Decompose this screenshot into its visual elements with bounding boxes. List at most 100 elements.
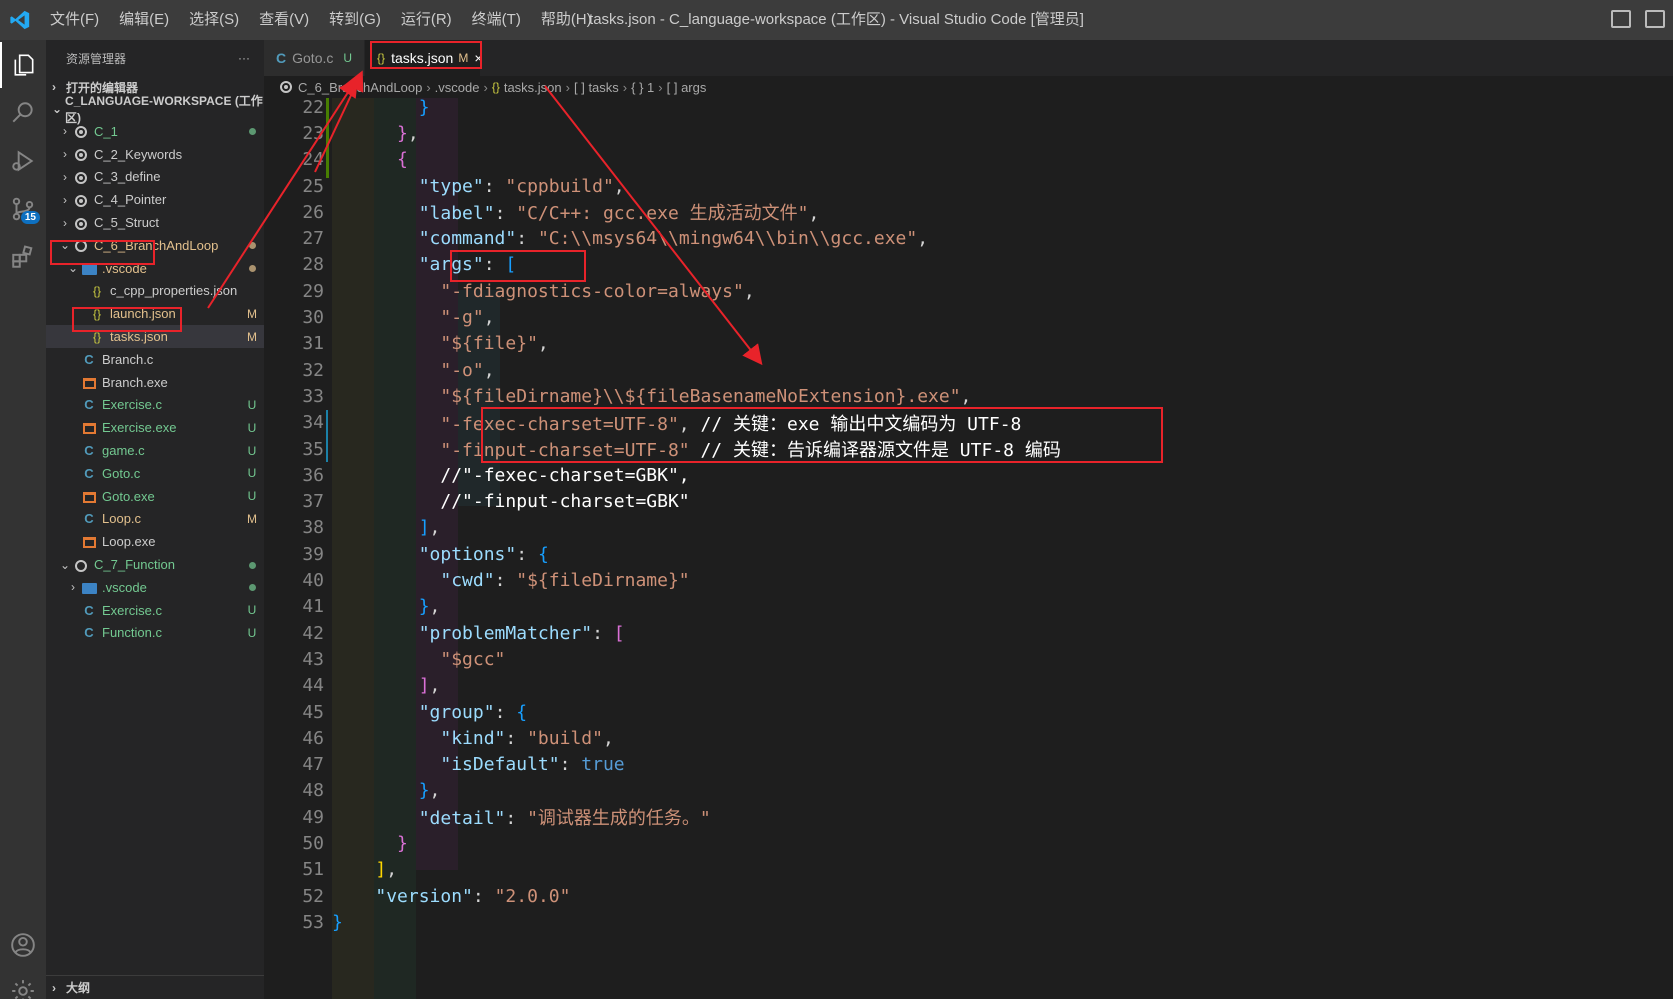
tree-item[interactable]: Branch.exe xyxy=(46,371,264,394)
code-line[interactable]: 50 } xyxy=(264,830,1673,856)
git-status-badge: U xyxy=(247,625,257,640)
tree-item[interactable]: C Loop.c M xyxy=(46,508,264,531)
tree-item-label: Exercise.c xyxy=(102,602,162,618)
code-line[interactable]: 40 "cwd": "${fileDirname}" xyxy=(264,567,1673,593)
breadcrumb-item[interactable]: .vscode xyxy=(435,80,480,95)
code-line[interactable]: 43 "$gcc" xyxy=(264,646,1673,672)
tree-item[interactable]: C Branch.c xyxy=(46,348,264,371)
code-line[interactable]: 23 }, xyxy=(264,120,1673,146)
code-line[interactable]: 36 //"-fexec-charset=GBK", xyxy=(264,462,1673,488)
settings-gear-icon[interactable] xyxy=(0,968,46,999)
chevron-icon[interactable]: › xyxy=(58,216,72,230)
chevron-icon[interactable]: › xyxy=(58,170,72,184)
line-number: 28 xyxy=(302,254,324,276)
toggle-sidebar-icon[interactable] xyxy=(1611,10,1631,28)
code-line[interactable]: 24 { xyxy=(264,147,1673,173)
menu-help[interactable]: 帮助(H) xyxy=(531,0,602,40)
tree-item[interactable]: {} c_cpp_properties.json xyxy=(46,280,264,303)
code-text: "label": "C/C++: gcc.exe 生成活动文件", xyxy=(418,203,820,225)
menu-file[interactable]: 文件(F) xyxy=(40,0,109,40)
breadcrumb-item[interactable]: { } 1 xyxy=(631,80,654,95)
code-line[interactable]: 42 "problemMatcher": [ xyxy=(264,620,1673,646)
code-line[interactable]: 31 "${file}", xyxy=(264,331,1673,357)
menu-run[interactable]: 运行(R) xyxy=(391,0,462,40)
chevron-icon[interactable]: › xyxy=(58,147,72,161)
more-actions-icon[interactable]: ··· xyxy=(238,51,250,65)
tree-item[interactable]: › C_5_Struct xyxy=(46,211,264,234)
tree-item[interactable]: C Goto.c U xyxy=(46,462,264,485)
chevron-icon[interactable]: › xyxy=(58,124,72,138)
git-status-dot xyxy=(240,580,264,594)
code-line[interactable]: 38 ], xyxy=(264,515,1673,541)
code-line[interactable]: 27 "command": "C:\\msys64\\mingw64\\bin\… xyxy=(264,226,1673,252)
code-line[interactable]: 44 ], xyxy=(264,673,1673,699)
code-line[interactable]: 30 "-g", xyxy=(264,304,1673,330)
tree-item[interactable]: Loop.exe xyxy=(46,530,264,553)
chevron-icon[interactable]: › xyxy=(58,193,72,207)
tree-item[interactable]: › C_4_Pointer xyxy=(46,188,264,211)
tree-item[interactable]: Goto.exe U xyxy=(46,485,264,508)
code-editor[interactable]: 22 } 23 }, 24 {25 "type": "cppbuild", 26 "l… xyxy=(264,98,1673,999)
breadcrumb-item[interactable]: [ ] args xyxy=(667,80,707,95)
code-line[interactable]: 22 } xyxy=(264,98,1673,120)
accounts-icon[interactable] xyxy=(0,922,46,968)
toggle-panel-icon[interactable] xyxy=(1645,10,1665,28)
outline-section[interactable]: › 大纲 xyxy=(46,975,264,999)
menu-view[interactable]: 查看(V) xyxy=(249,0,319,40)
menu-terminal[interactable]: 终端(T) xyxy=(462,0,531,40)
explorer-icon[interactable] xyxy=(0,42,46,88)
tree-item-label: C_3_define xyxy=(94,169,161,185)
vscode-logo-icon xyxy=(0,0,40,40)
annotation-box-tasks xyxy=(72,307,182,332)
code-line[interactable]: 25 "type": "cppbuild", xyxy=(264,173,1673,199)
code-line[interactable]: 29 "-fdiagnostics-color=always", xyxy=(264,278,1673,304)
chevron-icon[interactable]: ⌄ xyxy=(58,558,72,572)
code-text: { xyxy=(397,149,408,171)
line-number: 23 xyxy=(302,122,324,144)
tree-item[interactable]: › C_1 xyxy=(46,120,264,143)
code-line[interactable]: 26 "label": "C/C++: gcc.exe 生成活动文件", xyxy=(264,199,1673,225)
code-line[interactable]: 48 }, xyxy=(264,778,1673,804)
code-line[interactable]: 41 }, xyxy=(264,594,1673,620)
tree-item[interactable]: Cgame.c U xyxy=(46,439,264,462)
line-number: 27 xyxy=(302,228,324,250)
breadcrumb-item[interactable]: [ ] tasks xyxy=(574,80,619,95)
menu-go[interactable]: 转到(G) xyxy=(319,0,391,40)
extensions-icon[interactable] xyxy=(0,234,46,280)
git-status-badge: M xyxy=(247,511,257,526)
code-line[interactable]: 49 "detail": "调试器生成的任务。" xyxy=(264,804,1673,830)
tree-item[interactable]: › .vscode xyxy=(46,576,264,599)
tree-item[interactable]: › C_3_define xyxy=(46,166,264,189)
run-debug-icon[interactable] xyxy=(0,138,46,184)
breadcrumb-item[interactable]: tasks.json xyxy=(504,80,562,95)
menu-edit[interactable]: 编辑(E) xyxy=(109,0,179,40)
source-control-icon[interactable]: 15 xyxy=(0,186,46,232)
code-line[interactable]: 32 "-o", xyxy=(264,357,1673,383)
code-text: "command": "C:\\msys64\\mingw64\\bin\\gc… xyxy=(418,228,929,250)
tree-item[interactable]: C Function.c U xyxy=(46,622,264,645)
line-number: 37 xyxy=(302,491,324,513)
tab-goto-c[interactable]: C Goto.c U xyxy=(264,40,366,76)
code-line[interactable]: 39 "options": { xyxy=(264,541,1673,567)
search-icon[interactable] xyxy=(0,90,46,136)
tree-item[interactable]: ⌄ C_7_Function xyxy=(46,553,264,576)
code-line[interactable]: 37 //"-finput-charset=GBK" xyxy=(264,489,1673,515)
code-line[interactable]: 52 "version": "2.0.0" xyxy=(264,883,1673,909)
tree-item[interactable]: › C_2_Keywords xyxy=(46,143,264,166)
workspace-section[interactable]: ⌄ C_LANGUAGE-WORKSPACE (工作区) xyxy=(46,94,264,125)
menu-selection[interactable]: 选择(S) xyxy=(179,0,249,40)
code-line[interactable]: 45 "group": { xyxy=(264,699,1673,725)
line-number: 41 xyxy=(302,596,324,618)
code-line[interactable]: 53} xyxy=(264,909,1673,935)
breadcrumb-item[interactable]: C_6_BranchAndLoop xyxy=(298,80,422,95)
code-line[interactable]: 46 "kind": "build", xyxy=(264,725,1673,751)
chevron-icon[interactable]: › xyxy=(66,580,80,594)
code-line[interactable]: 47 "isDefault": true xyxy=(264,752,1673,778)
code-text: "version": "2.0.0" xyxy=(375,885,571,907)
git-status-badge: U xyxy=(247,397,257,412)
code-line[interactable]: 51 ], xyxy=(264,857,1673,883)
tree-item[interactable]: C Exercise.c U xyxy=(46,599,264,622)
tree-item[interactable]: C Exercise.c U xyxy=(46,394,264,417)
tree-item[interactable]: Exercise.exe U xyxy=(46,416,264,439)
code-line[interactable]: 33 "${fileDirname}\\${fileBasenameNoExte… xyxy=(264,383,1673,409)
